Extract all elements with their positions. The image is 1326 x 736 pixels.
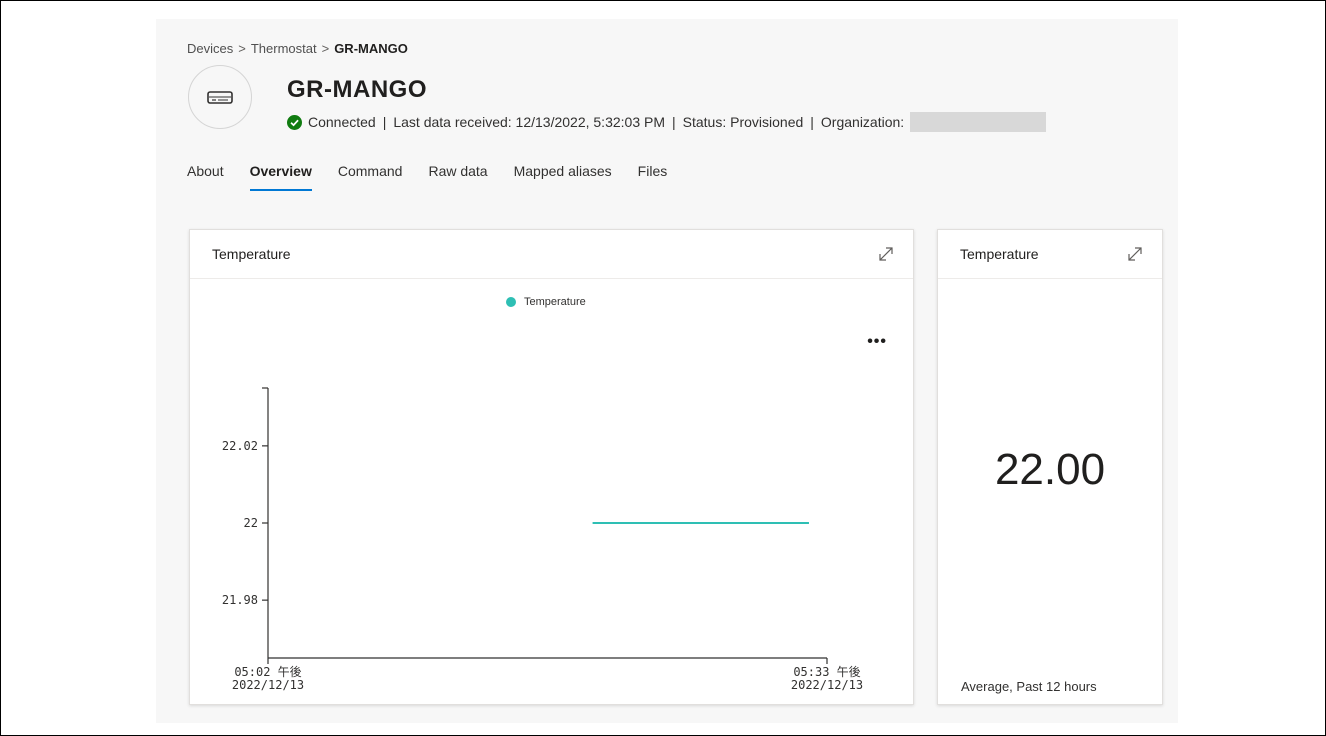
divider: |: [672, 114, 676, 130]
breadcrumb-thermostat[interactable]: Thermostat: [251, 41, 317, 56]
breadcrumb: Devices > Thermostat > GR-MANGO: [187, 41, 408, 56]
provisioning-status: Status: Provisioned: [682, 114, 804, 130]
kpi-caption: Average, Past 12 hours: [961, 679, 1097, 694]
kpi-value: 22.00: [994, 445, 1106, 494]
page-title: GR-MANGO: [287, 76, 427, 103]
tab-mapped-aliases[interactable]: Mapped aliases: [514, 163, 612, 191]
tab-bar: About Overview Command Raw data Mapped a…: [187, 163, 693, 191]
tab-command[interactable]: Command: [338, 163, 403, 191]
tab-raw-data[interactable]: Raw data: [428, 163, 487, 191]
x-tick-label: 05:33 午後: [793, 665, 860, 679]
card-header: Temperature: [938, 230, 1162, 279]
expand-icon[interactable]: [1126, 245, 1144, 263]
divider: |: [382, 114, 387, 130]
tab-about[interactable]: About: [187, 163, 224, 191]
organization-label: Organization:: [820, 114, 905, 130]
card-title: Temperature: [960, 246, 1039, 262]
temperature-chart: 22.022221.9805:02 午後2022/12/1305:33 午後20…: [222, 387, 863, 692]
organization-redacted: [910, 112, 1047, 132]
tab-files[interactable]: Files: [638, 163, 668, 191]
x-tick-label: 2022/12/13: [791, 678, 863, 692]
x-tick-label: 05:02 午後: [234, 665, 301, 679]
y-tick-label: 22: [244, 516, 258, 530]
x-tick-label: 2022/12/13: [232, 678, 304, 692]
tab-overview[interactable]: Overview: [249, 163, 312, 191]
connection-status: Connected: [308, 114, 376, 130]
y-tick-label: 21.98: [222, 593, 258, 607]
device-icon: [207, 91, 233, 104]
temperature-kpi-card: Temperature 22.00 Average, Past 12 hours: [937, 229, 1163, 705]
divider: |: [810, 114, 814, 130]
breadcrumb-separator: >: [321, 41, 330, 56]
breadcrumb-current: GR-MANGO: [334, 41, 408, 56]
device-status-line: Connected | Last data received: 12/13/20…: [287, 112, 1047, 132]
y-tick-label: 22.02: [222, 439, 258, 453]
breadcrumb-separator: >: [238, 41, 246, 56]
device-avatar: [188, 65, 252, 129]
temperature-chart-card: Temperature Temperature ••• 22.02 22 21.98…: [189, 229, 914, 705]
breadcrumb-devices[interactable]: Devices: [187, 41, 233, 56]
check-circle-icon: [287, 114, 302, 130]
device-page: Devices > Thermostat > GR-MANGO GR-MANGO…: [156, 19, 1178, 723]
last-data-received: Last data received: 12/13/2022, 5:32:03 …: [393, 114, 665, 130]
